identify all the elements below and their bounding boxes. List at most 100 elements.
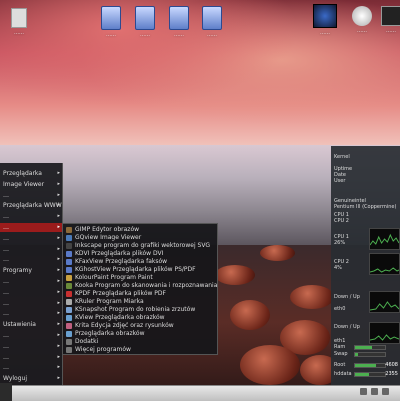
icon-label: …… <box>320 30 330 36</box>
menu-item[interactable]: … ▸ <box>0 191 62 200</box>
app-icon <box>66 250 72 257</box>
menu-item[interactable]: Przeglądarka WWW ▸ <box>0 201 62 210</box>
submenu-item[interactable]: Więcej programów <box>63 345 217 354</box>
app-icon <box>66 274 72 281</box>
app-icon <box>66 298 72 305</box>
hdd-bar <box>354 372 386 377</box>
rock <box>260 245 295 261</box>
root-bar <box>354 363 386 368</box>
menu-item-label: … <box>3 213 9 221</box>
menu-item[interactable]: … ▸ <box>0 234 62 243</box>
menu-item-label: … <box>3 256 9 264</box>
menu-item-label: … <box>3 353 9 361</box>
menu-item[interactable]: … ▸ <box>0 223 62 232</box>
menu-item[interactable]: … ▸ <box>0 212 62 221</box>
menu-item[interactable]: Ustawienia ▸ <box>0 320 62 329</box>
desktop-file-icon[interactable]: …… <box>0 8 38 36</box>
graphics-submenu: GIMP Edytor obrazów GQview Image Viewer In… <box>62 223 218 355</box>
menu-item-label: … <box>3 288 9 296</box>
document-icon <box>101 6 121 30</box>
submenu-item-label: KSnapshot Program do robienia zrzutów <box>75 306 196 313</box>
icon-label: …… <box>140 32 150 38</box>
menu-item-label: Ustawienia <box>3 321 36 329</box>
submenu-item-label: Więcej programów <box>75 346 131 353</box>
ram-bar-fill <box>355 346 372 349</box>
tray-icon[interactable] <box>381 388 389 395</box>
menu-item-label: … <box>3 224 9 231</box>
document-icon <box>169 6 189 30</box>
menu-item[interactable]: … ▸ <box>0 255 62 264</box>
icon-label: …… <box>14 30 24 36</box>
submenu-arrow-icon: ▸ <box>57 202 60 209</box>
rock <box>240 345 300 385</box>
menu-item-label: … <box>3 332 9 339</box>
menu-item[interactable]: Image Viewer ▸ <box>0 180 62 189</box>
tray-icon[interactable] <box>360 388 367 395</box>
menu-item[interactable]: … ▸ <box>0 245 62 254</box>
swap-label: Swap <box>334 351 348 357</box>
cpu2-percent: 4% <box>334 265 342 271</box>
submenu-item-label: KolourPaint Program Paint <box>75 274 153 281</box>
menu-item[interactable]: … ▸ <box>0 363 62 372</box>
menu-item[interactable]: … ▸ <box>0 342 62 351</box>
desktop-folder-icon[interactable]: …… <box>92 6 130 38</box>
ram-bar <box>354 345 386 350</box>
submenu-item-label: GQview Image Viewer <box>75 234 142 241</box>
icon-label: …… <box>207 32 217 38</box>
application-menu: Przeglądarka ▸ Image Viewer ▸… ▸ Przeglądarka… <box>0 163 63 385</box>
cpu-model: Pentium III (Coppermine) <box>334 204 397 210</box>
cpu1-graph <box>369 228 400 250</box>
menu-item-label: Przeglądarka <box>3 170 42 177</box>
rock <box>230 300 270 330</box>
submenu-arrow-icon: ▸ <box>57 224 60 230</box>
submenu-arrow-icon: ▸ <box>57 170 60 176</box>
rock <box>290 285 334 309</box>
net-graph-eth1 <box>369 322 400 344</box>
submenu-arrow-icon: ▸ <box>57 364 60 371</box>
taskbar <box>0 383 400 401</box>
desktop-app-icon[interactable]: …… <box>306 4 344 36</box>
start-menu-button[interactable] <box>0 383 12 401</box>
menu-item[interactable]: … ▸ <box>0 353 62 362</box>
app-icon <box>66 330 72 337</box>
tray-icon[interactable] <box>370 388 378 395</box>
submenu-arrow-icon: ▸ <box>57 213 60 220</box>
menu-item-label: Image Viewer <box>3 180 45 188</box>
document-icon <box>135 6 155 30</box>
menu-item[interactable]: … ▸ <box>0 309 62 318</box>
app-icon <box>66 282 72 289</box>
desktop-folder-icon[interactable]: …… <box>126 6 164 38</box>
menu-item[interactable]: … ▸ <box>0 277 62 286</box>
submenu-arrow-icon: ▸ <box>57 234 60 241</box>
menu-item-label: … <box>3 245 9 253</box>
submenu-item-label: KFaxView Przeglądarka faksów <box>75 258 168 265</box>
menu-item[interactable]: Programy ▸ <box>0 266 62 275</box>
file-icon <box>11 8 27 28</box>
menu-item[interactable]: Wyloguj ▸ <box>0 374 62 383</box>
submenu-arrow-icon: ▸ <box>57 288 60 295</box>
disc-icon <box>352 6 372 26</box>
menu-item[interactable]: Przeglądarka ▸ <box>0 169 62 178</box>
menu-item[interactable]: … ▸ <box>0 331 62 340</box>
app-icon <box>313 4 337 28</box>
desktop-folder-icon[interactable]: …… <box>193 6 231 38</box>
root-label: Root <box>334 362 346 368</box>
menu-item[interactable]: … ▸ <box>0 288 62 297</box>
desktop-app-icon[interactable]: …… <box>372 6 400 34</box>
submenu-arrow-icon: ▸ <box>57 342 60 349</box>
submenu-item-label: Dodatki <box>75 338 99 345</box>
submenu-item-label: KRuler Program Miarka <box>75 298 144 305</box>
net-direction-label: Down / Up <box>334 324 360 330</box>
cpu1-percent: 26% <box>334 240 346 246</box>
swap-bar <box>354 352 386 357</box>
icon-label: …… <box>106 32 116 38</box>
app-icon <box>66 258 72 265</box>
rock <box>215 265 255 285</box>
interface-label: eth0 <box>334 306 346 312</box>
menu-item[interactable]: … ▸ <box>0 299 62 308</box>
app-icon <box>66 226 72 233</box>
app-icon <box>66 322 72 329</box>
hdd-bar-fill <box>355 373 369 376</box>
submenu-arrow-icon: ▸ <box>57 191 60 198</box>
submenu-item-label: GIMP Edytor obrazów <box>75 226 140 233</box>
